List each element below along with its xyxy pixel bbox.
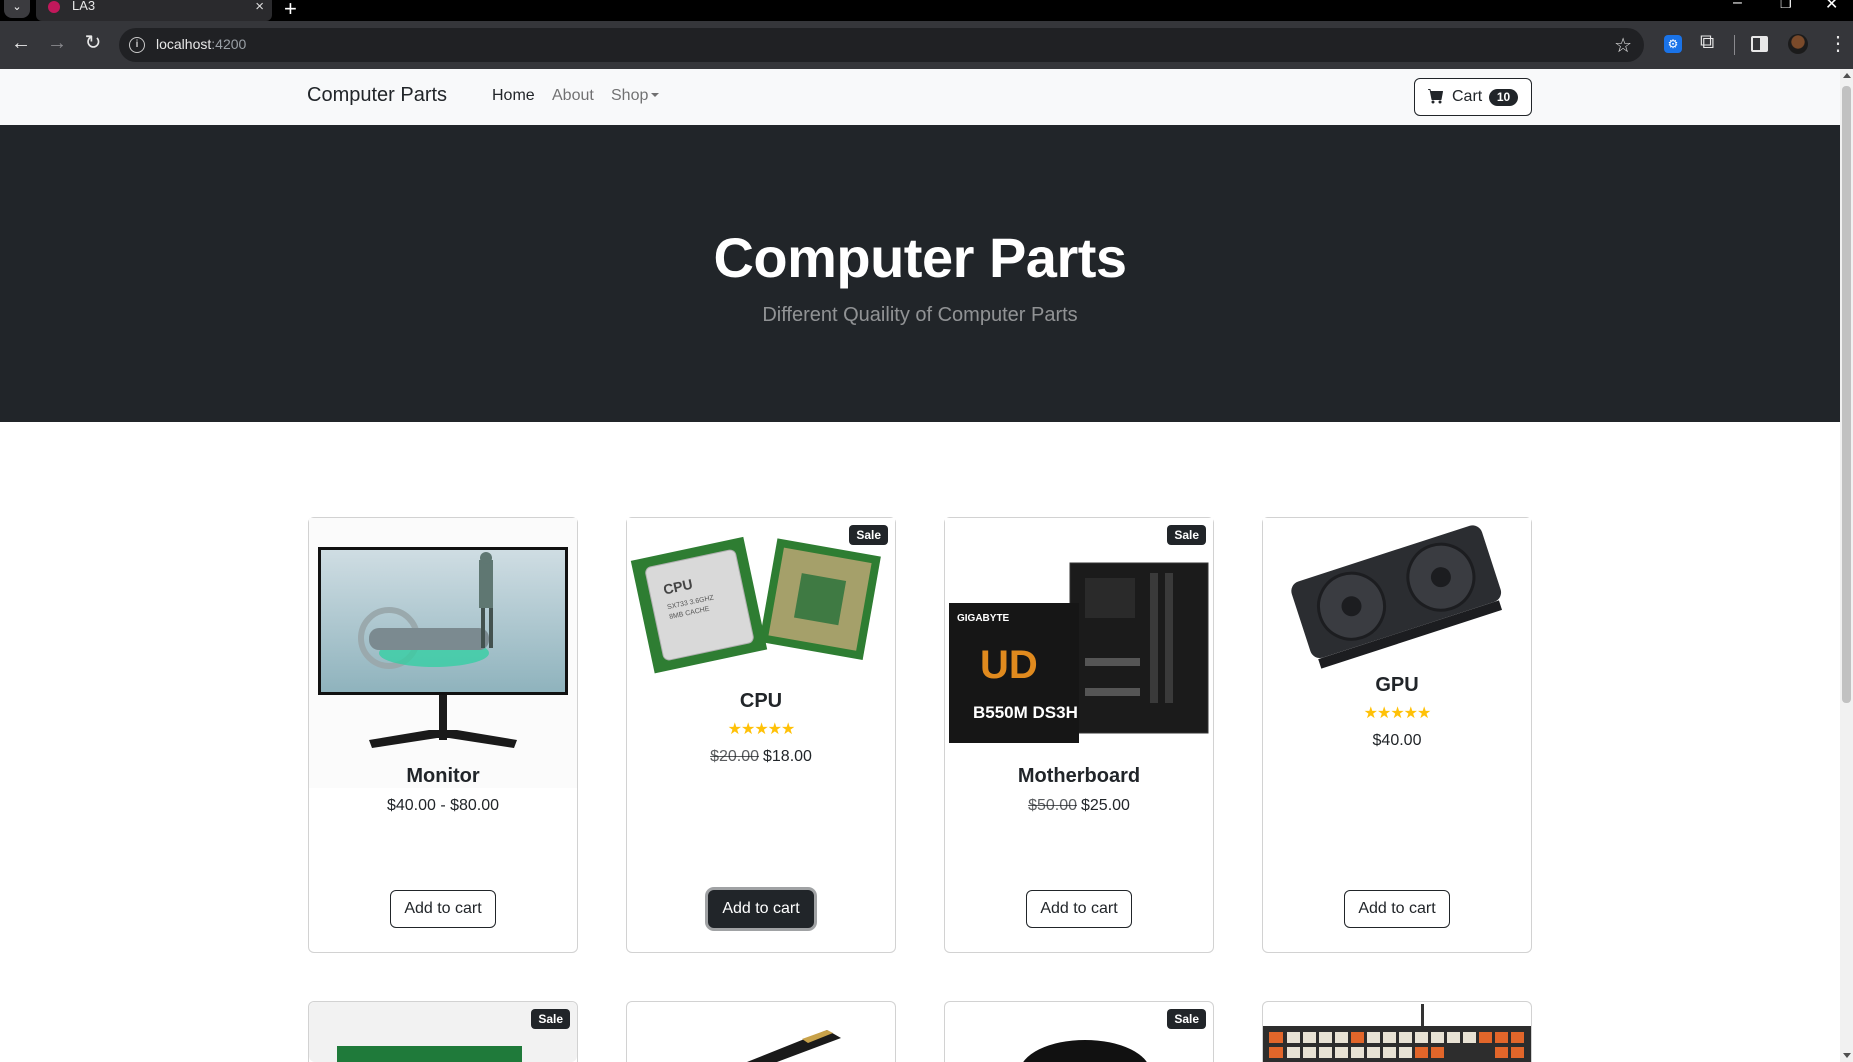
nav-link-about[interactable]: About — [552, 87, 594, 105]
scrollbar-thumb[interactable] — [1842, 86, 1851, 703]
side-panel-icon[interactable] — [1751, 36, 1768, 52]
ssd-image — [747, 1030, 841, 1062]
product-card-monitor: Monitor $40.00 - $80.00 Add to cart — [308, 517, 578, 953]
add-to-cart-button[interactable]: Add to cart — [708, 890, 814, 928]
add-to-cart-button[interactable]: Add to cart — [1344, 890, 1450, 928]
scroll-up-arrow-icon[interactable] — [1843, 73, 1851, 78]
svg-text:B550M DS3H: B550M DS3H — [973, 703, 1078, 722]
reload-icon[interactable]: ↻ — [81, 33, 105, 53]
address-bar[interactable]: i localhost:4200 ☆ — [119, 28, 1644, 62]
product-price: $50.00 $25.00 — [945, 797, 1213, 815]
keyboard-image — [1263, 1004, 1531, 1062]
monitor-image — [309, 518, 577, 788]
url-host: localhost — [156, 36, 212, 52]
star-rating-icon: ★★★★★ — [1363, 705, 1432, 722]
sale-badge: Sale — [849, 525, 888, 545]
tab-close-icon[interactable]: × — [255, 0, 264, 15]
extension-icon[interactable]: ⚙ — [1664, 35, 1682, 53]
browser-menu-icon[interactable]: ⋮ — [1828, 31, 1848, 56]
product-card-gpu: GPU ★★★★★ $40.00 Add to cart — [1262, 517, 1532, 953]
back-icon[interactable]: ← — [9, 33, 33, 53]
product-name: Monitor — [406, 765, 480, 787]
add-to-cart-button[interactable]: Add to cart — [390, 890, 496, 928]
page-scrollbar[interactable] — [1840, 69, 1853, 1062]
nav-link-home[interactable]: Home — [492, 87, 535, 105]
browser-tab[interactable]: LA3 × — [36, 0, 272, 21]
product-price: $40.00 - $80.00 — [386, 797, 500, 814]
cart-icon — [1428, 89, 1443, 104]
navbar-brand[interactable]: Computer Parts — [307, 84, 447, 107]
product-price: $20.00 $18.00 — [627, 748, 895, 766]
minimize-icon[interactable]: – — [1733, 0, 1742, 12]
product-card-motherboard: GIGABYTE UD B550M DS3H Sale Motherboard … — [944, 517, 1214, 953]
motherboard-image: GIGABYTE UD B550M DS3H — [945, 518, 1213, 748]
url-port: :4200 — [211, 36, 247, 52]
sale-price: $18.00 — [763, 748, 812, 765]
new-tab-button[interactable]: + — [284, 0, 297, 22]
product-name: CPU — [739, 690, 783, 712]
tab-search-button[interactable]: ⌄ — [4, 0, 30, 18]
browser-toolbar: ← → ↻ i localhost:4200 ☆ ⚙ ⧉ ⋮ — [0, 21, 1853, 69]
bookmark-star-icon[interactable]: ☆ — [1614, 33, 1632, 58]
site-info-icon[interactable]: i — [129, 37, 145, 53]
star-rating-icon: ★★★★★ — [727, 721, 796, 738]
cart-button[interactable]: Cart 10 — [1414, 78, 1532, 116]
extensions-puzzle-icon[interactable]: ⧉ — [1700, 31, 1714, 54]
product-card-keyboard — [1262, 1001, 1532, 1062]
product-card-ram: Sale — [308, 1001, 578, 1062]
restore-icon[interactable]: ❐ — [1780, 0, 1792, 12]
cart-label: Cart — [1452, 88, 1483, 105]
profile-avatar[interactable] — [1788, 34, 1808, 54]
svg-text:UD: UD — [980, 643, 1038, 687]
close-window-icon[interactable]: ✕ — [1825, 0, 1838, 14]
original-price: $50.00 — [1028, 797, 1077, 814]
product-name: Motherboard — [1017, 765, 1141, 787]
sale-badge: Sale — [1167, 525, 1206, 545]
site-navbar: Computer Parts Home About Shop Cart 10 — [0, 69, 1840, 125]
scroll-down-arrow-icon[interactable] — [1843, 1053, 1851, 1058]
cart-count-badge: 10 — [1489, 89, 1518, 106]
add-to-cart-button[interactable]: Add to cart — [1026, 890, 1132, 928]
tab-title: LA3 — [72, 0, 96, 13]
product-card-ssd — [626, 1001, 896, 1062]
browser-tab-strip: ⌄ LA3 × + – ❐ ✕ — [0, 0, 1853, 21]
nav-link-shop-label: Shop — [611, 87, 649, 104]
url-text: localhost:4200 — [156, 36, 246, 52]
product-card-mouse: Sale — [944, 1001, 1214, 1062]
product-price: $40.00 — [1372, 732, 1422, 749]
hero-header: Computer Parts Different Quaility of Com… — [0, 125, 1840, 422]
svg-text:GIGABYTE: GIGABYTE — [957, 613, 1010, 624]
dropdown-caret-icon — [651, 93, 660, 97]
original-price: $20.00 — [710, 748, 759, 765]
toolbar-separator — [1734, 35, 1735, 55]
sale-badge: Sale — [1167, 1009, 1206, 1029]
hero-title: Computer Parts — [713, 226, 1127, 289]
hero-subtitle: Different Quaility of Computer Parts — [762, 304, 1078, 326]
nav-link-shop[interactable]: Shop — [611, 87, 660, 105]
forward-icon[interactable]: → — [45, 33, 69, 53]
sale-price: $25.00 — [1081, 797, 1130, 814]
product-name: GPU — [1375, 674, 1419, 696]
angular-favicon-icon — [48, 1, 60, 13]
sale-badge: Sale — [531, 1009, 570, 1029]
page-viewport: Computer Parts Home About Shop Cart 10 C… — [0, 69, 1840, 1062]
gpu-image — [1263, 518, 1531, 678]
product-card-cpu: CPU SX733 3.6GHZ 8MB CACHE Sale CPU ★★★★… — [626, 517, 896, 953]
